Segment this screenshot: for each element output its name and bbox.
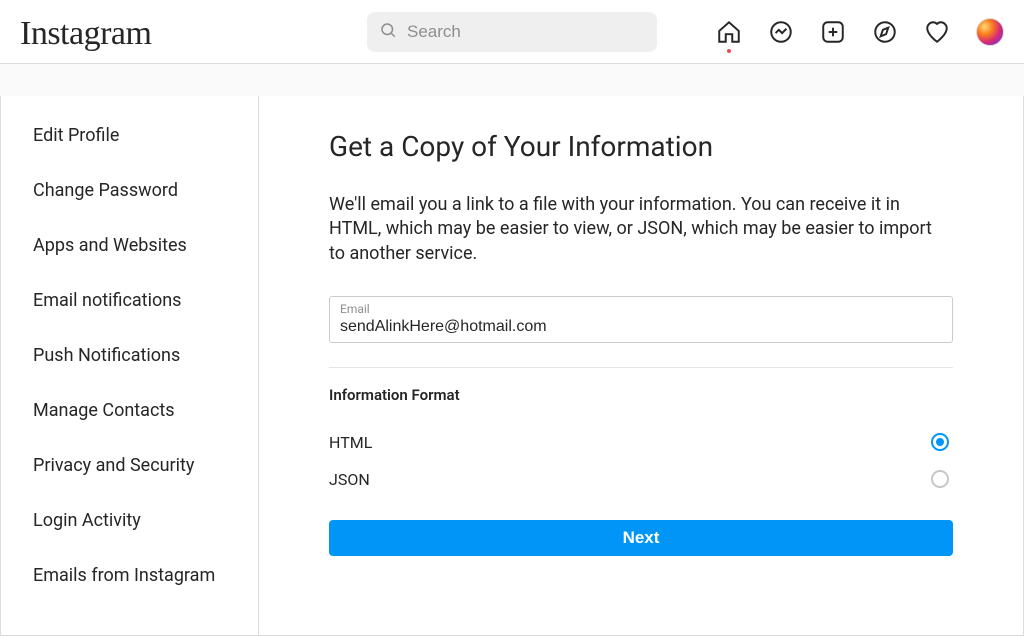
- settings-sidebar: Edit Profile Change Password Apps and We…: [1, 96, 259, 635]
- home-icon[interactable]: [716, 19, 742, 45]
- messenger-icon[interactable]: [768, 19, 794, 45]
- activity-icon[interactable]: [924, 19, 950, 45]
- explore-icon[interactable]: [872, 19, 898, 45]
- radio-icon[interactable]: [931, 433, 949, 451]
- format-option-html[interactable]: HTML: [329, 424, 953, 461]
- sidebar-item-email-notifications[interactable]: Email notifications: [1, 273, 258, 328]
- top-nav: Instagram: [0, 0, 1024, 64]
- format-option-json[interactable]: JSON: [329, 461, 953, 498]
- sidebar-item-emails-from-instagram[interactable]: Emails from Instagram: [1, 548, 258, 603]
- notification-dot: [727, 49, 731, 53]
- search-wrap: [367, 12, 657, 52]
- email-input[interactable]: [340, 318, 942, 336]
- next-button[interactable]: Next: [329, 520, 953, 556]
- nav-icons: [716, 18, 1004, 46]
- settings-container: Edit Profile Change Password Apps and We…: [0, 96, 1024, 636]
- sidebar-item-edit-profile[interactable]: Edit Profile: [1, 108, 258, 163]
- sidebar-item-privacy-security[interactable]: Privacy and Security: [1, 438, 258, 493]
- format-heading: Information Format: [329, 386, 953, 404]
- sidebar-item-change-password[interactable]: Change Password: [1, 163, 258, 218]
- page-description: We'll email you a link to a file with yo…: [329, 193, 949, 266]
- main-content: Get a Copy of Your Information We'll ema…: [259, 96, 1023, 635]
- sidebar-item-apps-websites[interactable]: Apps and Websites: [1, 218, 258, 273]
- sidebar-item-push-notifications[interactable]: Push Notifications: [1, 328, 258, 383]
- sidebar-item-manage-contacts[interactable]: Manage Contacts: [1, 383, 258, 438]
- format-label: JSON: [329, 470, 370, 489]
- page-title: Get a Copy of Your Information: [329, 130, 953, 163]
- profile-avatar[interactable]: [976, 18, 1004, 46]
- sidebar-item-login-activity[interactable]: Login Activity: [1, 493, 258, 548]
- email-field[interactable]: Email: [329, 296, 953, 343]
- search-input[interactable]: [367, 12, 657, 52]
- new-post-icon[interactable]: [820, 19, 846, 45]
- email-label: Email: [340, 302, 942, 316]
- radio-icon[interactable]: [931, 470, 949, 488]
- format-label: HTML: [329, 433, 372, 452]
- divider: [329, 367, 953, 368]
- instagram-logo[interactable]: Instagram: [20, 11, 151, 53]
